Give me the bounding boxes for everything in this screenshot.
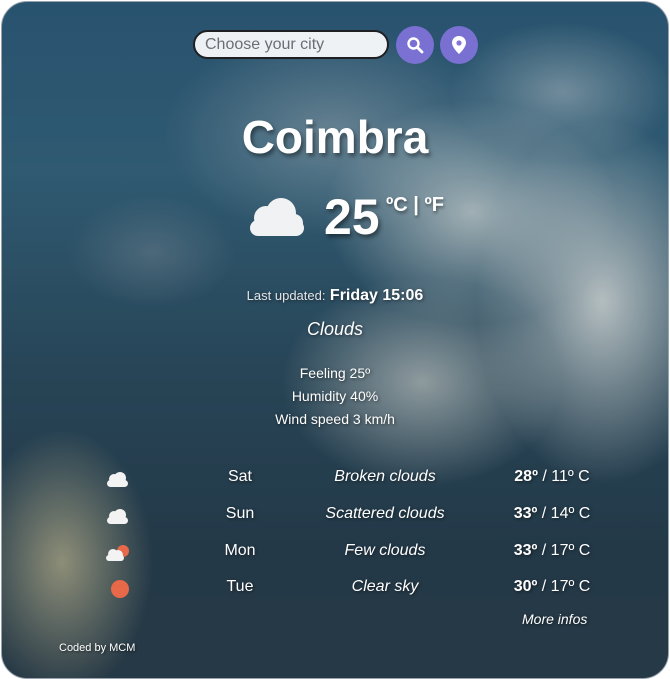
- last-updated-label: Last updated:: [246, 288, 326, 303]
- clouds-icon: [250, 198, 304, 236]
- clear-sky-icon: [111, 580, 129, 598]
- forecast-min: 17º C: [550, 542, 591, 559]
- forecast-max: 30º: [513, 578, 538, 595]
- forecast-description: Scattered clouds: [325, 505, 445, 522]
- forecast-min: 14º C: [550, 505, 591, 522]
- search-icon: [407, 37, 424, 54]
- forecast-row: Mon Few clouds 33º / 17º C: [2, 538, 668, 568]
- more-infos-link[interactable]: More infos: [522, 611, 587, 627]
- forecast-max: 28º: [514, 468, 538, 485]
- forecast-row: Tue Clear sky 30º / 17º C: [2, 574, 668, 604]
- fahrenheit-link[interactable]: ºF: [424, 194, 444, 216]
- forecast-temperature: 33º / 14º C: [513, 505, 591, 522]
- forecast-day: Tue: [226, 578, 254, 595]
- forecast-min: 11º C: [551, 468, 590, 485]
- forecast-max: 33º: [513, 505, 538, 522]
- forecast-temperature: 30º / 17º C: [513, 578, 591, 595]
- forecast-min: 17º C: [550, 578, 591, 595]
- forecast-day: Sun: [225, 505, 255, 522]
- city-name: Coimbra: [241, 111, 429, 163]
- celsius-link[interactable]: ºC: [386, 194, 408, 216]
- unit-separator: |: [407, 194, 425, 216]
- few-clouds-icon: [106, 545, 129, 561]
- current-location-button[interactable]: [440, 26, 478, 64]
- feels-like: Feeling 25º: [299, 365, 371, 381]
- forecast-temperature: 28º / 11º C: [514, 468, 590, 485]
- forecast-max: 33º: [513, 542, 538, 559]
- forecast-day: Mon: [224, 542, 256, 559]
- forecast-day: Sat: [227, 468, 252, 485]
- scattered-clouds-icon: [107, 509, 128, 524]
- location-pin-icon: [452, 36, 466, 54]
- weather-details: Feeling 25º Humidity 40% Wind speed 3 km…: [2, 362, 668, 431]
- city-search-input[interactable]: [193, 30, 389, 59]
- search-button[interactable]: [396, 26, 434, 64]
- humidity: Humidity 40%: [291, 388, 379, 404]
- current-temperature: 25: [324, 189, 380, 245]
- forecast-temperature: 33º / 17º C: [513, 542, 591, 559]
- forecast-description: Broken clouds: [334, 468, 436, 485]
- forecast-row: Sat Broken clouds 28º / 11º C: [2, 464, 668, 494]
- forecast-description: Few clouds: [344, 542, 426, 559]
- last-updated: Last updated: Friday 15:06: [2, 287, 668, 305]
- forecast-description: Clear sky: [351, 578, 419, 595]
- credit-link[interactable]: Coded by MCM: [59, 642, 135, 654]
- unit-toggle: ºC | ºF: [386, 194, 444, 217]
- broken-clouds-icon: [107, 472, 128, 487]
- weather-card: Coimbra 25 ºC | ºF Last updated: Friday …: [1, 1, 669, 679]
- last-updated-value: Friday 15:06: [329, 287, 424, 304]
- forecast-row: Sun Scattered clouds 33º / 14º C: [2, 501, 668, 531]
- wind-speed: Wind speed 3 km/h: [275, 411, 395, 427]
- weather-description: Clouds: [306, 319, 364, 339]
